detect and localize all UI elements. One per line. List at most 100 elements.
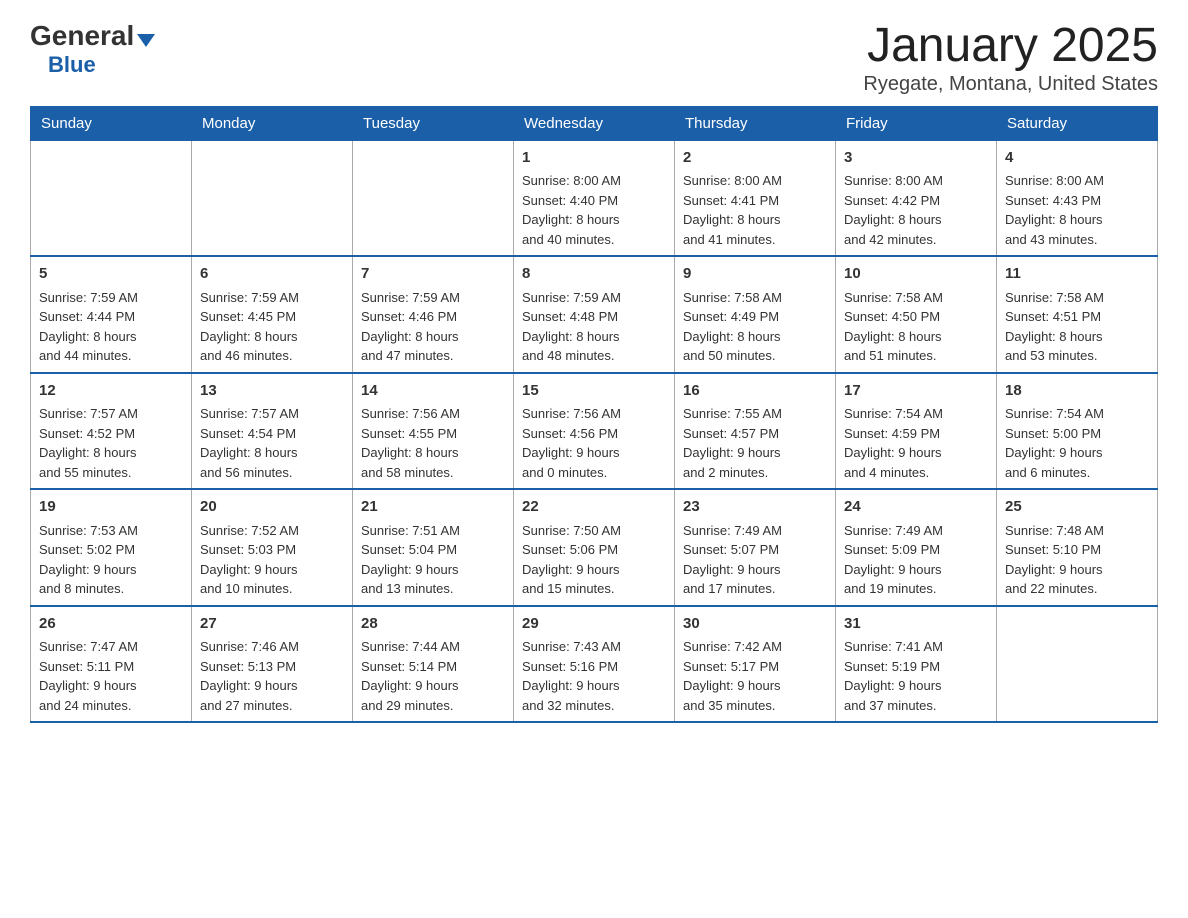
day-info-line: and 55 minutes. xyxy=(39,463,183,483)
day-info-line: Sunset: 4:48 PM xyxy=(522,307,666,327)
day-number: 18 xyxy=(1005,380,1149,403)
day-info-line: Daylight: 8 hours xyxy=(200,327,344,347)
day-info-line: Sunrise: 7:59 AM xyxy=(522,288,666,308)
calendar-cell: 24Sunrise: 7:49 AMSunset: 5:09 PMDayligh… xyxy=(836,489,997,606)
day-info-line: Sunset: 5:14 PM xyxy=(361,657,505,677)
day-info-line: and 29 minutes. xyxy=(361,696,505,716)
day-number: 12 xyxy=(39,380,183,403)
calendar-cell: 23Sunrise: 7:49 AMSunset: 5:07 PMDayligh… xyxy=(675,489,836,606)
day-info-line: Daylight: 9 hours xyxy=(361,676,505,696)
day-number: 27 xyxy=(200,613,344,636)
day-number: 6 xyxy=(200,263,344,286)
calendar-week-4: 19Sunrise: 7:53 AMSunset: 5:02 PMDayligh… xyxy=(31,489,1158,606)
calendar-cell: 8Sunrise: 7:59 AMSunset: 4:48 PMDaylight… xyxy=(514,256,675,373)
weekday-header-friday: Friday xyxy=(836,106,997,140)
calendar-cell: 31Sunrise: 7:41 AMSunset: 5:19 PMDayligh… xyxy=(836,606,997,723)
day-info-line: and 4 minutes. xyxy=(844,463,988,483)
day-number: 11 xyxy=(1005,263,1149,286)
day-info-line: Sunset: 5:00 PM xyxy=(1005,424,1149,444)
calendar-cell: 26Sunrise: 7:47 AMSunset: 5:11 PMDayligh… xyxy=(31,606,192,723)
day-info-line: Sunset: 5:07 PM xyxy=(683,540,827,560)
day-info-line: and 50 minutes. xyxy=(683,346,827,366)
day-number: 16 xyxy=(683,380,827,403)
calendar-cell: 17Sunrise: 7:54 AMSunset: 4:59 PMDayligh… xyxy=(836,373,997,490)
day-info-line: and 37 minutes. xyxy=(844,696,988,716)
day-number: 29 xyxy=(522,613,666,636)
day-info-line: Sunset: 5:19 PM xyxy=(844,657,988,677)
day-info-line: Sunset: 4:40 PM xyxy=(522,191,666,211)
weekday-header-monday: Monday xyxy=(192,106,353,140)
calendar-week-3: 12Sunrise: 7:57 AMSunset: 4:52 PMDayligh… xyxy=(31,373,1158,490)
day-info-line: and 10 minutes. xyxy=(200,579,344,599)
day-info-line: Sunrise: 8:00 AM xyxy=(844,171,988,191)
day-info-line: and 19 minutes. xyxy=(844,579,988,599)
day-info-line: Sunset: 4:51 PM xyxy=(1005,307,1149,327)
day-number: 3 xyxy=(844,147,988,170)
calendar-cell: 4Sunrise: 8:00 AMSunset: 4:43 PMDaylight… xyxy=(997,140,1158,256)
day-info-line: and 53 minutes. xyxy=(1005,346,1149,366)
day-info-line: Daylight: 8 hours xyxy=(200,443,344,463)
weekday-header-thursday: Thursday xyxy=(675,106,836,140)
calendar-cell: 28Sunrise: 7:44 AMSunset: 5:14 PMDayligh… xyxy=(353,606,514,723)
day-info-line: Daylight: 8 hours xyxy=(361,327,505,347)
day-number: 14 xyxy=(361,380,505,403)
day-info-line: Sunrise: 7:43 AM xyxy=(522,637,666,657)
day-info-line: Sunrise: 7:52 AM xyxy=(200,521,344,541)
day-info-line: Sunrise: 7:44 AM xyxy=(361,637,505,657)
day-info-line: Sunset: 5:04 PM xyxy=(361,540,505,560)
day-number: 1 xyxy=(522,147,666,170)
weekday-header-saturday: Saturday xyxy=(997,106,1158,140)
calendar-cell: 25Sunrise: 7:48 AMSunset: 5:10 PMDayligh… xyxy=(997,489,1158,606)
day-info-line: Sunset: 5:03 PM xyxy=(200,540,344,560)
day-info-line: Sunset: 5:13 PM xyxy=(200,657,344,677)
day-info-line: Sunrise: 7:53 AM xyxy=(39,521,183,541)
logo-blue-text: Blue xyxy=(48,52,96,78)
day-info-line: Sunrise: 7:41 AM xyxy=(844,637,988,657)
day-info-line: Daylight: 9 hours xyxy=(683,560,827,580)
day-info-line: Sunset: 4:42 PM xyxy=(844,191,988,211)
calendar-cell: 30Sunrise: 7:42 AMSunset: 5:17 PMDayligh… xyxy=(675,606,836,723)
day-info-line: Sunset: 4:43 PM xyxy=(1005,191,1149,211)
day-info-line: Daylight: 9 hours xyxy=(200,560,344,580)
day-number: 8 xyxy=(522,263,666,286)
day-info-line: Sunset: 4:50 PM xyxy=(844,307,988,327)
day-info-line: Sunrise: 7:50 AM xyxy=(522,521,666,541)
calendar-cell: 3Sunrise: 8:00 AMSunset: 4:42 PMDaylight… xyxy=(836,140,997,256)
day-info-line: Sunrise: 8:00 AM xyxy=(683,171,827,191)
day-info-line: and 32 minutes. xyxy=(522,696,666,716)
calendar-cell: 12Sunrise: 7:57 AMSunset: 4:52 PMDayligh… xyxy=(31,373,192,490)
day-info-line: Daylight: 9 hours xyxy=(683,676,827,696)
day-info-line: Daylight: 9 hours xyxy=(844,443,988,463)
day-info-line: Sunrise: 7:57 AM xyxy=(200,404,344,424)
day-info-line: Sunset: 4:59 PM xyxy=(844,424,988,444)
day-number: 26 xyxy=(39,613,183,636)
calendar-cell xyxy=(192,140,353,256)
logo-general-text: General xyxy=(30,20,134,52)
day-info-line: Sunrise: 7:57 AM xyxy=(39,404,183,424)
day-info-line: Daylight: 9 hours xyxy=(683,443,827,463)
page-subtitle: Ryegate, Montana, United States xyxy=(863,73,1158,96)
weekday-header-sunday: Sunday xyxy=(31,106,192,140)
day-info-line: and 17 minutes. xyxy=(683,579,827,599)
day-info-line: Daylight: 9 hours xyxy=(361,560,505,580)
day-info-line: Sunrise: 7:54 AM xyxy=(844,404,988,424)
calendar-cell xyxy=(353,140,514,256)
title-block: January 2025 Ryegate, Montana, United St… xyxy=(863,20,1158,96)
day-info-line: Sunrise: 7:56 AM xyxy=(522,404,666,424)
day-info-line: and 24 minutes. xyxy=(39,696,183,716)
day-info-line: Sunrise: 8:00 AM xyxy=(522,171,666,191)
day-info-line: Daylight: 9 hours xyxy=(39,560,183,580)
weekday-header-tuesday: Tuesday xyxy=(353,106,514,140)
calendar-cell: 22Sunrise: 7:50 AMSunset: 5:06 PMDayligh… xyxy=(514,489,675,606)
day-info-line: Sunset: 4:57 PM xyxy=(683,424,827,444)
day-number: 31 xyxy=(844,613,988,636)
day-info-line: and 41 minutes. xyxy=(683,230,827,250)
calendar-week-2: 5Sunrise: 7:59 AMSunset: 4:44 PMDaylight… xyxy=(31,256,1158,373)
day-number: 21 xyxy=(361,496,505,519)
page-title: January 2025 xyxy=(863,20,1158,73)
calendar-cell: 18Sunrise: 7:54 AMSunset: 5:00 PMDayligh… xyxy=(997,373,1158,490)
day-info-line: Sunset: 4:56 PM xyxy=(522,424,666,444)
day-info-line: Daylight: 9 hours xyxy=(844,560,988,580)
day-info-line: Sunrise: 7:42 AM xyxy=(683,637,827,657)
calendar-cell: 2Sunrise: 8:00 AMSunset: 4:41 PMDaylight… xyxy=(675,140,836,256)
